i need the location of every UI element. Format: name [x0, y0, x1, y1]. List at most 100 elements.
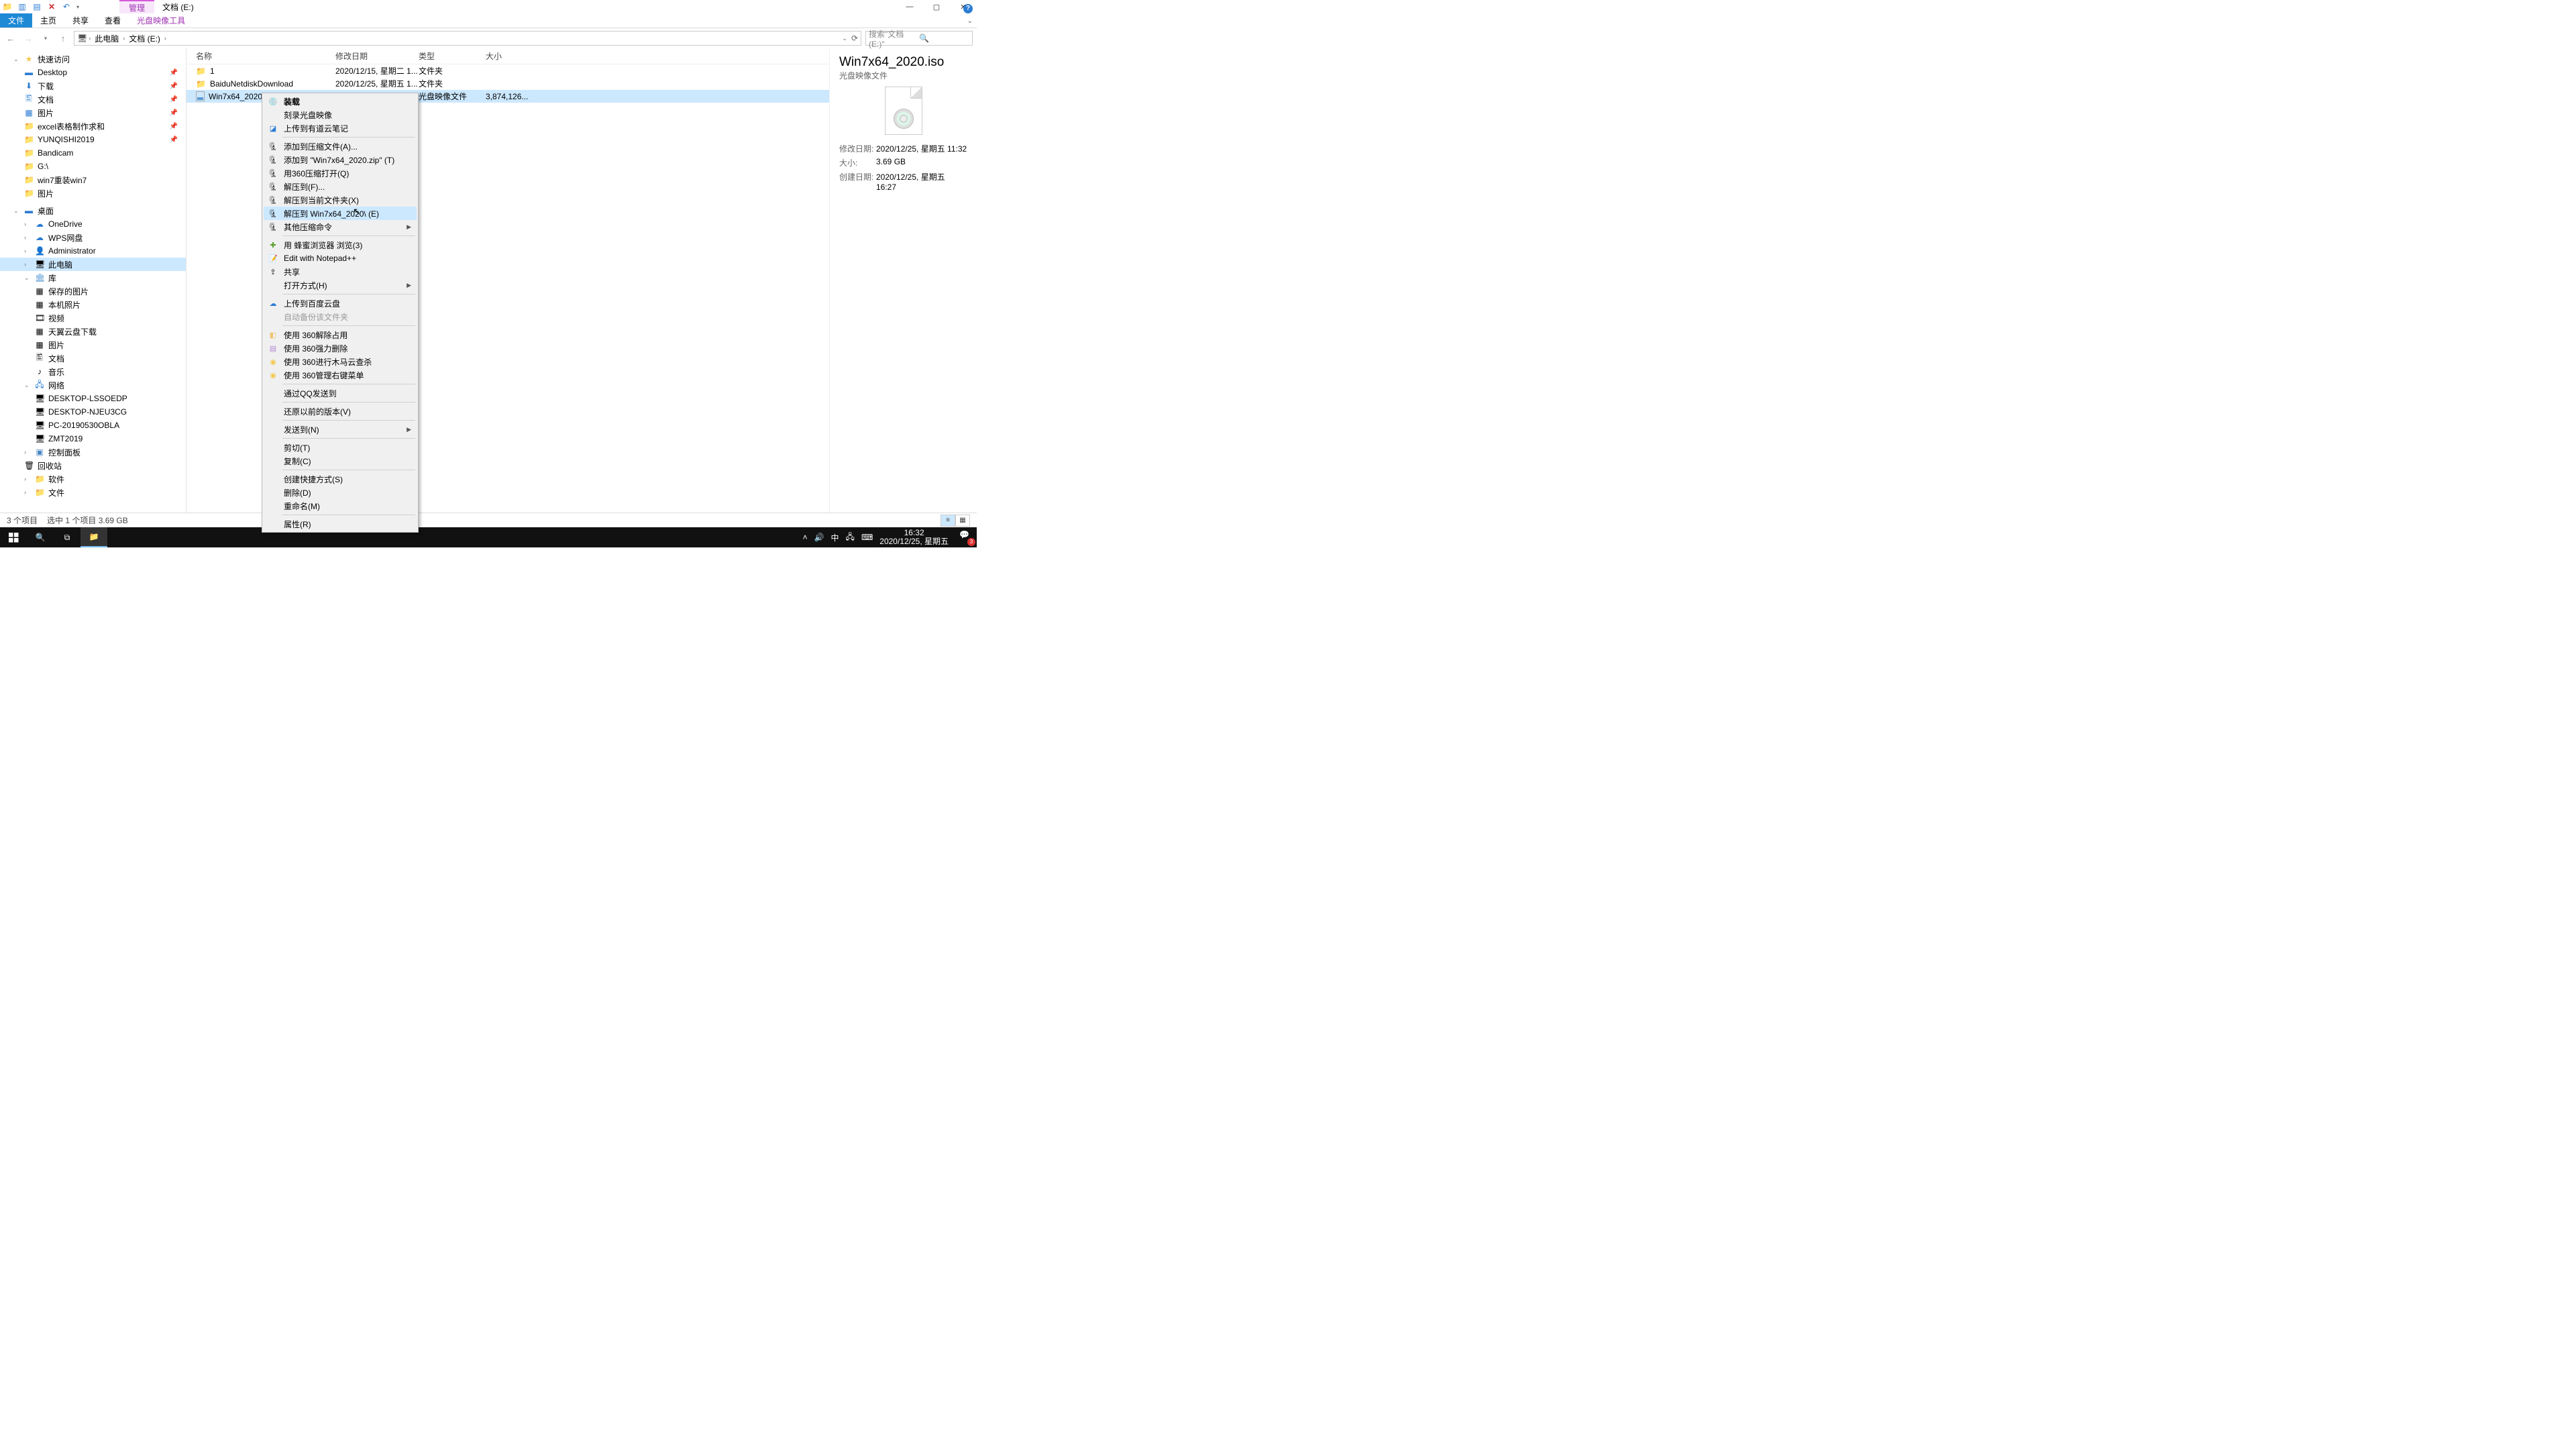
nav-network-pc[interactable]: 🖥PC-20190530OBLA — [0, 419, 186, 432]
ctx-delete[interactable]: 删除(D) — [264, 486, 417, 499]
ctx-extract-named[interactable]: 🗜解压到 Win7x64_2020\ (E) — [264, 207, 417, 220]
nav-this-pc[interactable]: ›🖥此电脑 — [0, 258, 186, 271]
ribbon-view[interactable]: 查看 — [97, 13, 129, 28]
nav-lib-item[interactable]: 🖺文档 — [0, 352, 186, 365]
nav-desktop-group[interactable]: ⌄▬桌面 — [0, 204, 186, 217]
nav-libraries[interactable]: ⌄🏛库 — [0, 271, 186, 284]
nav-network[interactable]: ⌄🖧网络 — [0, 378, 186, 392]
nav-folder[interactable]: ›📁文件 — [0, 486, 186, 499]
ctx-rename[interactable]: 重命名(M) — [264, 499, 417, 513]
ime-indicator[interactable]: 中 — [831, 532, 839, 543]
nav-onedrive[interactable]: ›☁OneDrive — [0, 217, 186, 231]
ctx-send-to[interactable]: 发送到(N)▶ — [264, 423, 417, 436]
nav-downloads[interactable]: ⬇下载📌 — [0, 79, 186, 93]
qat-dropdown-icon[interactable]: ▾ — [76, 4, 79, 10]
nav-folder[interactable]: 📁YUNQISHI2019📌 — [0, 133, 186, 146]
nav-desktop[interactable]: ▬Desktop📌 — [0, 66, 186, 79]
nav-pictures[interactable]: ▦图片📌 — [0, 106, 186, 119]
file-row[interactable]: 📁1 2020/12/15, 星期二 1...文件夹 — [186, 64, 829, 77]
nav-documents[interactable]: 🖺文档📌 — [0, 93, 186, 106]
ctx-properties[interactable]: 属性(R) — [264, 517, 417, 531]
up-button[interactable]: ↑ — [56, 34, 70, 44]
ribbon-file[interactable]: 文件 — [0, 13, 32, 28]
nav-network-pc[interactable]: 🖥DESKTOP-NJEU3CG — [0, 405, 186, 419]
nav-folder[interactable]: ›📁软件 — [0, 472, 186, 486]
ctx-youdao[interactable]: ◪上传到有道云笔记 — [264, 121, 417, 135]
chevron-right-icon[interactable]: › — [163, 35, 168, 42]
network-icon[interactable]: 🖧 — [846, 531, 855, 545]
ctx-open360[interactable]: 🗜用360压缩打开(Q) — [264, 166, 417, 180]
ctx-mount[interactable]: 💿装载 — [264, 95, 417, 108]
nav-folder[interactable]: 📁G:\ — [0, 160, 186, 173]
ctx-360-delete[interactable]: ▤使用 360强力删除 — [264, 341, 417, 355]
maximize-button[interactable]: ▢ — [923, 0, 950, 13]
clock[interactable]: 16:322020/12/25, 星期五 — [879, 529, 953, 546]
minimize-button[interactable]: — — [896, 0, 923, 13]
volume-icon[interactable]: 🔊 — [814, 533, 824, 542]
file-row[interactable]: 📁BaiduNetdiskDownload 2020/12/25, 星期五 1.… — [186, 77, 829, 90]
help-icon[interactable]: ? — [963, 4, 973, 13]
ribbon-collapse-icon[interactable]: ⌄ — [967, 17, 973, 25]
start-button[interactable] — [0, 527, 27, 547]
nav-folder[interactable]: 📁Bandicam — [0, 146, 186, 160]
ctx-burn[interactable]: 刻录光盘映像 — [264, 108, 417, 121]
chevron-right-icon[interactable]: › — [121, 35, 126, 42]
nav-lib-item[interactable]: 🎞视频 — [0, 311, 186, 325]
qat-item[interactable]: ▥ — [17, 2, 27, 11]
search-button[interactable]: 🔍 — [27, 527, 54, 547]
explorer-taskbar-button[interactable]: 📁 — [80, 527, 107, 547]
nav-quick-access[interactable]: ⌄★快速访问 — [0, 52, 186, 66]
nav-folder[interactable]: 📁win7重装win7 — [0, 173, 186, 186]
ctx-open-with[interactable]: 打开方式(H)▶ — [264, 278, 417, 292]
refresh-icon[interactable]: ⟳ — [851, 34, 858, 43]
ctx-360-unlock[interactable]: ◧使用 360解除占用 — [264, 328, 417, 341]
ctx-360-menu[interactable]: ◉使用 360管理右键菜单 — [264, 368, 417, 382]
address-dropdown-icon[interactable]: ⌄ — [842, 35, 847, 42]
ctx-other-zip[interactable]: 🗜其他压缩命令▶ — [264, 220, 417, 233]
nav-folder[interactable]: 📁excel表格制作求和📌 — [0, 119, 186, 133]
view-thumbnails-button[interactable]: ▦ — [955, 515, 970, 527]
back-button[interactable]: ← — [4, 34, 17, 44]
ctx-addzip-named[interactable]: 🗜添加到 "Win7x64_2020.zip" (T) — [264, 153, 417, 166]
nav-lib-item[interactable]: ▦保存的图片 — [0, 284, 186, 298]
tray-overflow-icon[interactable]: ˄ — [803, 533, 808, 542]
search-input[interactable]: 搜索"文档 (E:)" 🔍 — [865, 31, 973, 46]
nav-lib-item[interactable]: ▦图片 — [0, 338, 186, 352]
ctx-360-scan[interactable]: ◉使用 360进行木马云查杀 — [264, 355, 417, 368]
nav-lib-item[interactable]: ▦本机照片 — [0, 298, 186, 311]
ctx-extract[interactable]: 🗜解压到(F)... — [264, 180, 417, 193]
ctx-bee-browser[interactable]: ✚用 蜂蜜浏览器 浏览(3) — [264, 238, 417, 252]
ctx-baidu[interactable]: ☁上传到百度云盘 — [264, 297, 417, 310]
ctx-restore[interactable]: 还原以前的版本(V) — [264, 405, 417, 418]
recent-dropdown[interactable]: ▾ — [39, 35, 52, 42]
nav-lib-item[interactable]: ▦天翼云盘下载 — [0, 325, 186, 338]
qat-item[interactable]: ▤ — [32, 2, 42, 11]
address-bar[interactable]: 🖥 › 此电脑 › 文档 (E:) › ⌄ ⟳ — [74, 31, 861, 46]
nav-wps[interactable]: ›☁WPS网盘 — [0, 231, 186, 244]
nav-lib-item[interactable]: ♪音乐 — [0, 365, 186, 378]
ctx-qq-send[interactable]: 通过QQ发送到 — [264, 386, 417, 400]
ctx-share[interactable]: ⇪共享 — [264, 265, 417, 278]
qat-undo-icon[interactable]: ↶ — [62, 2, 71, 11]
nav-control-panel[interactable]: ›▣控制面板 — [0, 445, 186, 459]
ctx-cut[interactable]: 剪切(T) — [264, 441, 417, 454]
nav-network-pc[interactable]: 🖥DESKTOP-LSSOEDP — [0, 392, 186, 405]
ctx-extract-here[interactable]: 🗜解压到当前文件夹(X) — [264, 193, 417, 207]
ribbon-disc-tools[interactable]: 光盘映像工具 — [129, 13, 193, 28]
chevron-right-icon[interactable]: › — [87, 35, 92, 42]
nav-user[interactable]: ›👤Administrator — [0, 244, 186, 258]
breadcrumb-root[interactable]: 此电脑 — [92, 33, 121, 44]
forward-button[interactable]: → — [21, 34, 35, 44]
nav-recycle[interactable]: 🗑回收站 — [0, 459, 186, 472]
ribbon-share[interactable]: 共享 — [64, 13, 97, 28]
nav-network-pc[interactable]: 🖥ZMT2019 — [0, 432, 186, 445]
ribbon-context-tab[interactable]: 管理 — [119, 0, 154, 13]
qat-delete-icon[interactable]: ✕ — [47, 2, 56, 11]
breadcrumb-current[interactable]: 文档 (E:) — [126, 33, 163, 44]
view-details-button[interactable]: ≡ — [941, 515, 955, 527]
nav-folder[interactable]: 📁图片 — [0, 186, 186, 200]
ctx-notepad[interactable]: 📝Edit with Notepad++ — [264, 252, 417, 265]
task-view-button[interactable]: ⧉ — [54, 527, 80, 547]
column-headers[interactable]: 名称 修改日期 类型 大小 — [186, 48, 829, 64]
notifications-button[interactable]: 💬3 — [959, 530, 974, 545]
